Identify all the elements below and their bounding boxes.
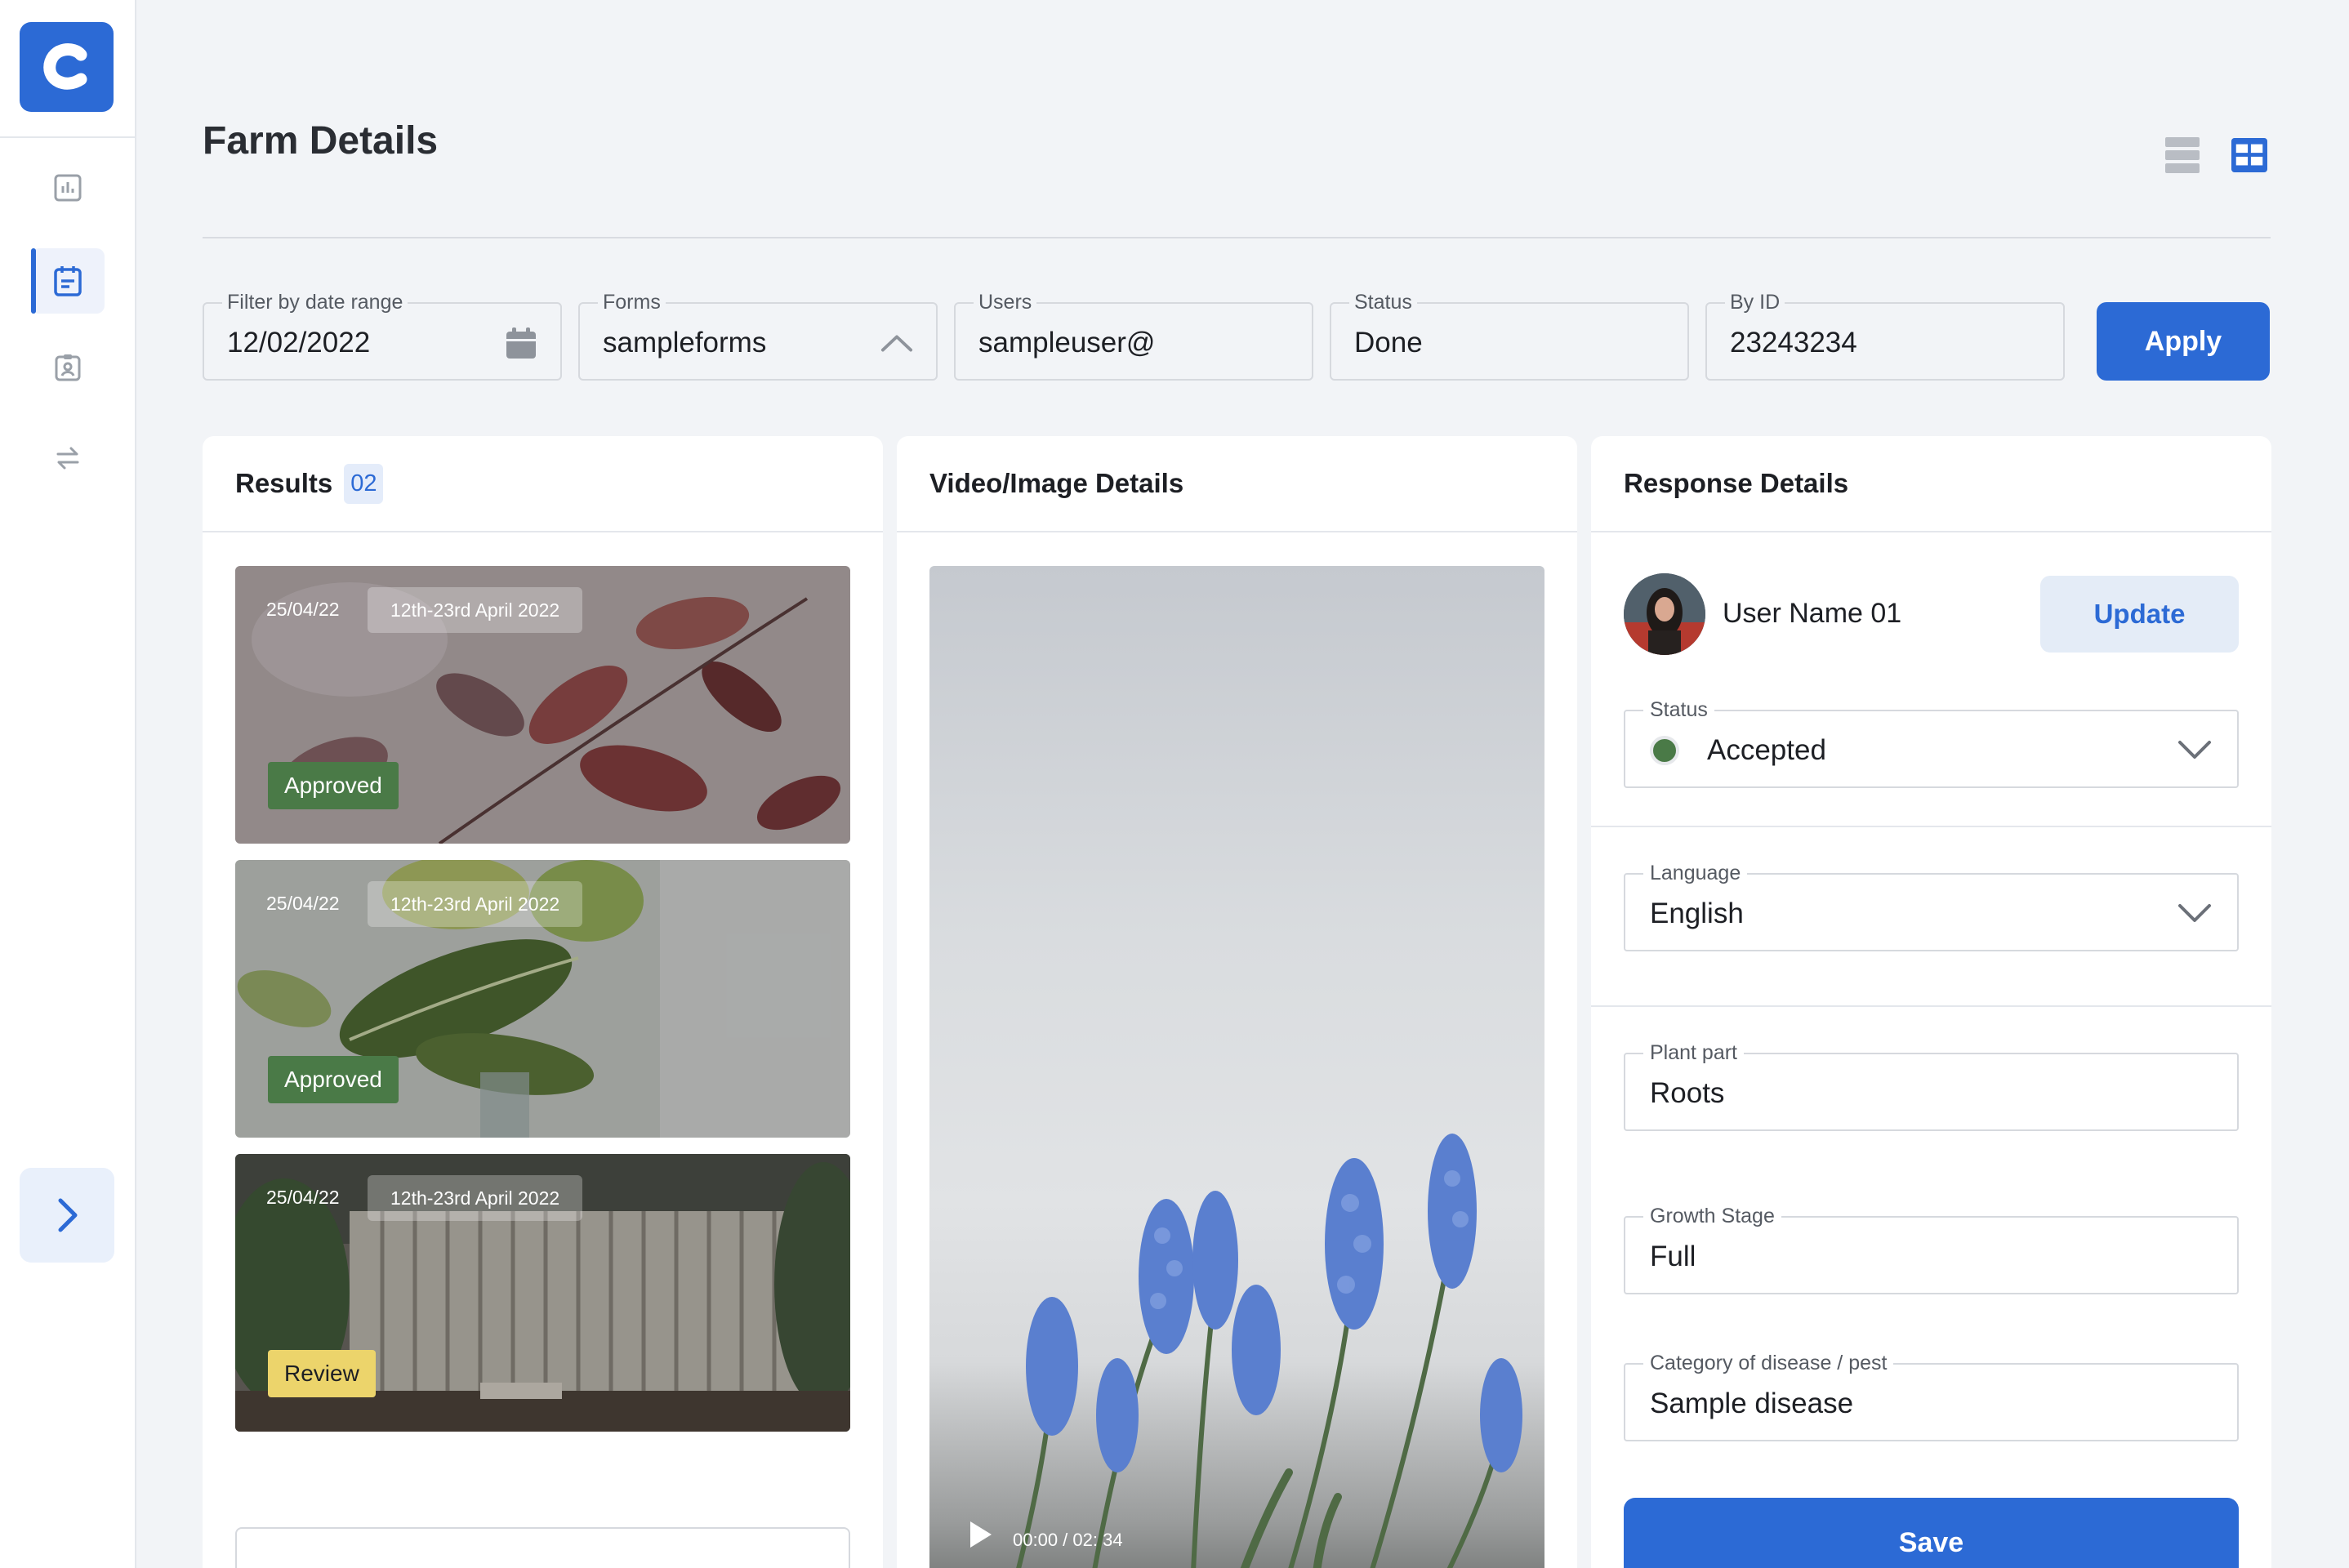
disease-category-field[interactable]: Category of disease / pest Sample diseas… — [1624, 1352, 2239, 1441]
response-status-select[interactable]: Status Accepted — [1624, 698, 2239, 788]
result-card[interactable]: 25/04/22 12th-23rd April 2022 Approved — [235, 566, 850, 844]
c-logo-icon — [42, 43, 87, 90]
growth-stage-value: Full — [1650, 1241, 1696, 1272]
calendar-icon[interactable] — [505, 327, 537, 359]
results-header: Results 02 — [203, 436, 883, 532]
header-divider — [203, 237, 2271, 238]
list-view-icon — [2165, 137, 2200, 173]
status-badge: Approved — [268, 1056, 399, 1103]
language-select[interactable]: Language English — [1624, 862, 2239, 951]
result-card[interactable]: 25/04/22 12th-23rd April 2022 Review — [235, 1154, 850, 1432]
result-date-range: 12th-23rd April 2022 — [368, 1175, 583, 1221]
growth-stage-field[interactable]: Growth Stage Full — [1624, 1205, 2239, 1294]
video-timestamp: 00:00 / 02: 34 — [1013, 1530, 1123, 1550]
apply-button[interactable]: Apply — [2097, 302, 2270, 381]
status-badge: Approved — [268, 762, 399, 809]
plant-part-value: Roots — [1650, 1077, 1725, 1109]
chevron-down-icon — [2178, 741, 2211, 759]
user-row: User Name 01 Update — [1624, 573, 2239, 655]
video-title: Video/Image Details — [929, 468, 1184, 498]
id-filter[interactable]: By ID 23243234 — [1705, 291, 2065, 381]
bar-chart-icon — [54, 174, 82, 202]
results-bottom-filter[interactable] — [235, 1527, 850, 1568]
nav-item-dashboard[interactable] — [31, 155, 105, 220]
user-name: User Name 01 — [1723, 598, 1902, 629]
section-divider — [1591, 826, 2271, 827]
app-logo[interactable] — [20, 22, 114, 112]
avatar — [1624, 573, 1705, 655]
date-range-filter[interactable]: Filter by date range 12/02/2022 — [203, 291, 562, 381]
nav-item-forms[interactable] — [31, 248, 105, 314]
date-range-value: 12/02/2022 — [227, 327, 371, 359]
nav-item-users[interactable] — [31, 335, 105, 400]
response-panel: Response Details User Name 01 Update Sta… — [1591, 436, 2271, 1568]
forms-filter[interactable]: Forms sampleforms — [578, 291, 938, 381]
response-status-value: Accepted — [1707, 734, 1826, 766]
transfer-arrows-icon — [56, 447, 79, 470]
id-badge-icon — [55, 354, 81, 381]
results-title: Results — [235, 468, 333, 498]
id-filter-label: By ID — [1725, 291, 1785, 314]
language-label: Language — [1643, 862, 1748, 885]
result-date: 25/04/22 — [266, 1187, 340, 1208]
status-indicator-dot — [1650, 736, 1679, 765]
date-range-label: Filter by date range — [222, 291, 408, 314]
result-date: 25/04/22 — [266, 893, 340, 914]
grid-view-icon — [2231, 137, 2267, 173]
result-date-range: 12th-23rd April 2022 — [368, 881, 583, 927]
response-status-label: Status — [1643, 698, 1714, 722]
save-button[interactable]: Save — [1624, 1498, 2239, 1568]
language-value: English — [1650, 898, 1744, 929]
play-icon[interactable] — [967, 1520, 995, 1553]
plant-part-label: Plant part — [1643, 1041, 1745, 1065]
chevron-up-icon[interactable] — [880, 327, 913, 359]
video-frame — [1016, 1134, 1522, 1568]
nav-item-transfer[interactable] — [31, 425, 105, 490]
id-filter-value: 23243234 — [1730, 327, 1857, 359]
results-count-badge: 02 — [344, 463, 384, 504]
result-date: 25/04/22 — [266, 599, 340, 620]
response-title: Response Details — [1624, 468, 1849, 498]
results-panel: Results 02 25/04/22 12th-23rd April 2022… — [203, 436, 883, 1568]
status-filter-value: Done — [1354, 327, 1423, 359]
status-filter[interactable]: Status Done — [1330, 291, 1689, 381]
growth-stage-label: Growth Stage — [1643, 1205, 1781, 1228]
result-card[interactable]: 25/04/22 12th-23rd April 2022 Approved — [235, 860, 850, 1138]
result-date-range: 12th-23rd April 2022 — [368, 587, 583, 633]
users-label: Users — [974, 291, 1037, 314]
video-panel: Video/Image Details 00:00 / 02: 34 — [897, 436, 1577, 1568]
grid-view-toggle[interactable] — [2231, 137, 2267, 173]
video-player[interactable]: 00:00 / 02: 34 — [929, 566, 1544, 1568]
video-header: Video/Image Details — [897, 436, 1577, 532]
chevron-down-icon — [2178, 904, 2211, 922]
response-header: Response Details — [1591, 436, 2271, 532]
page-title: Farm Details — [203, 119, 439, 163]
update-button[interactable]: Update — [2040, 576, 2239, 653]
users-value: sampleuser@ — [978, 327, 1156, 359]
clipboard-icon — [54, 266, 82, 296]
sidebar — [0, 0, 136, 1568]
list-view-toggle[interactable] — [2164, 137, 2200, 173]
forms-value: sampleforms — [603, 327, 767, 359]
status-filter-label: Status — [1349, 291, 1417, 314]
status-badge: Review — [268, 1350, 376, 1397]
disease-category-value: Sample disease — [1650, 1388, 1854, 1419]
chevron-right-icon — [58, 1198, 78, 1232]
users-filter[interactable]: Users sampleuser@ — [954, 291, 1313, 381]
sidebar-divider — [0, 136, 136, 138]
plant-part-field[interactable]: Plant part Roots — [1624, 1041, 2239, 1131]
section-divider — [1591, 1005, 2271, 1007]
disease-category-label: Category of disease / pest — [1643, 1352, 1894, 1375]
sidebar-expand-button[interactable] — [20, 1168, 114, 1263]
forms-label: Forms — [598, 291, 666, 314]
